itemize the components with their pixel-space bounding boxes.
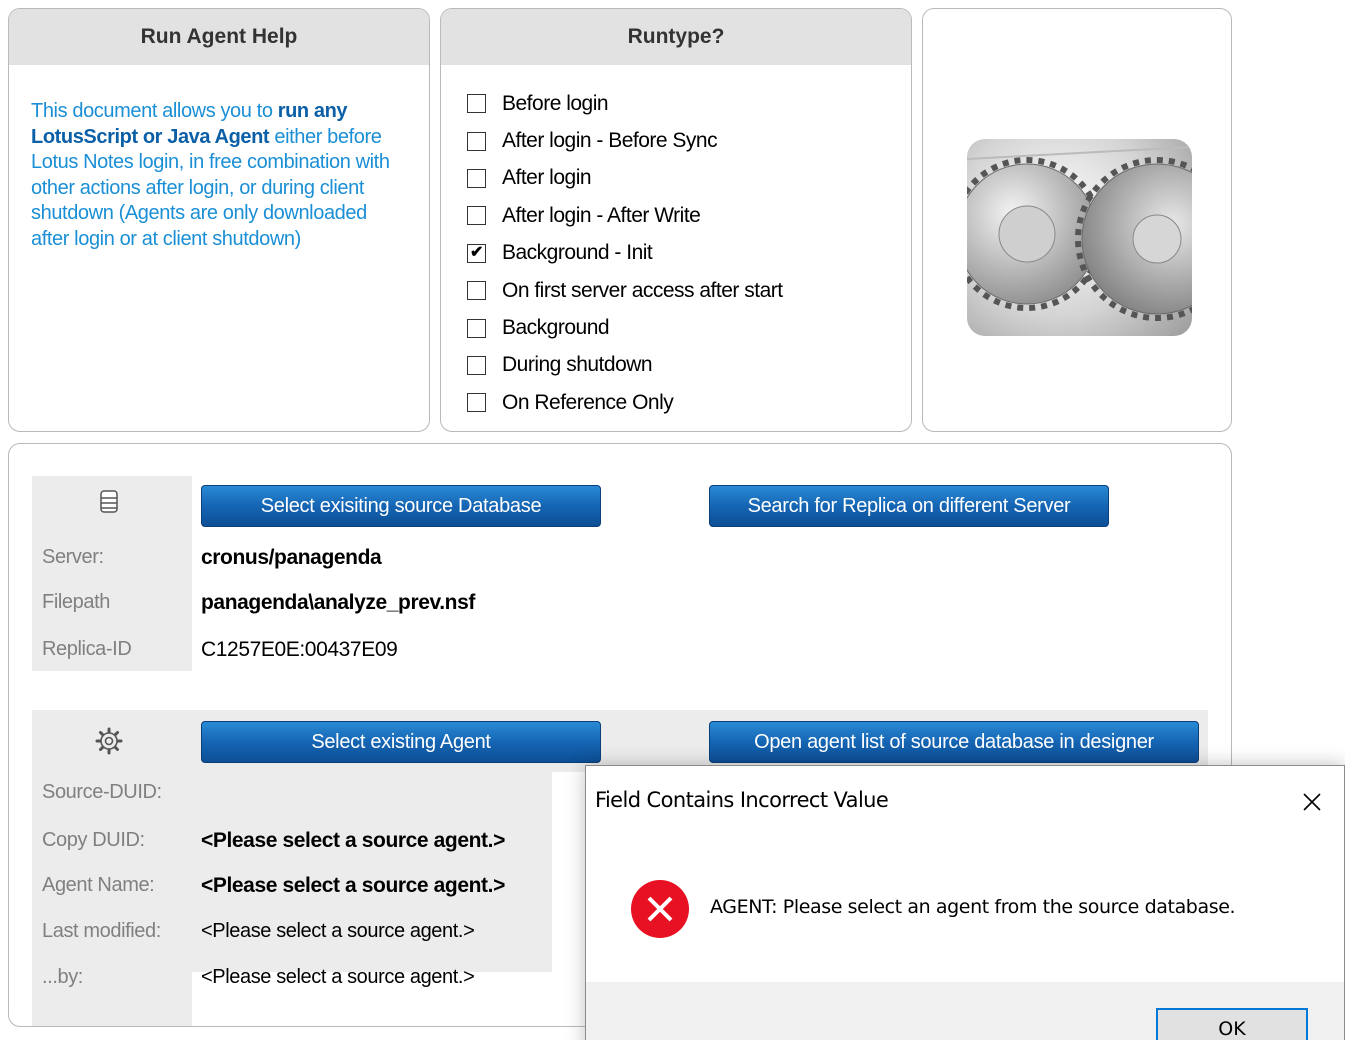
- runtype-option-label: On Reference Only: [502, 390, 674, 414]
- runtype-option-label: During shutdown: [502, 353, 653, 377]
- dialog-title: Field Contains Incorrect Value: [595, 788, 889, 812]
- gears-image: [967, 139, 1192, 336]
- gears-icon: [967, 146, 1192, 321]
- runtype-option-label: After login - After Write: [502, 203, 701, 227]
- checkbox[interactable]: [467, 94, 486, 114]
- copy-duid-label: Copy DUID:: [42, 829, 145, 851]
- runtype-option[interactable]: During shutdown: [467, 347, 911, 384]
- checkbox[interactable]: [467, 168, 486, 188]
- runtype-option[interactable]: Background: [467, 309, 911, 346]
- replica-id-value: C1257E0E:00437E09: [201, 638, 398, 661]
- runtype-option-label: On first server access after start: [502, 278, 783, 302]
- runtype-option[interactable]: On first server access after start: [467, 272, 911, 309]
- help-text: This document allows you to run any Lotu…: [9, 65, 429, 252]
- runtype-option[interactable]: ✔ Background - Init: [467, 235, 911, 272]
- server-label: Server:: [42, 546, 104, 568]
- agent-name-label: Agent Name:: [42, 874, 155, 896]
- help-panel-title: Run Agent Help: [9, 9, 429, 65]
- checkbox[interactable]: [467, 281, 486, 301]
- runtype-checkbox-list: Before login After login - Before Sync A…: [441, 65, 911, 422]
- search-replica-button[interactable]: Search for Replica on different Server: [709, 485, 1109, 527]
- runtype-option-label: Background - Init: [502, 241, 653, 265]
- filepath-value: panagenda\analyze_prev.nsf: [201, 591, 475, 614]
- runtype-option-label: Background: [502, 316, 610, 340]
- checkbox[interactable]: [467, 393, 486, 413]
- copy-duid-value: <Please select a source agent.>: [201, 829, 505, 852]
- replica-id-label: Replica-ID: [42, 638, 132, 660]
- checkbox[interactable]: [467, 131, 486, 151]
- checkbox[interactable]: [467, 318, 486, 338]
- error-icon: [631, 880, 689, 938]
- database-icon: [100, 490, 118, 513]
- runtype-panel-title: Runtype?: [441, 9, 911, 65]
- runtype-panel: Runtype? Before login After login - Befo…: [440, 8, 912, 432]
- image-panel: [922, 8, 1232, 432]
- runtype-option[interactable]: After login - After Write: [467, 197, 911, 234]
- server-value: cronus/panagenda: [201, 546, 382, 569]
- modified-by-value: <Please select a source agent.>: [201, 966, 475, 988]
- open-agent-list-button[interactable]: Open agent list of source database in de…: [709, 721, 1199, 763]
- select-source-database-button[interactable]: Select exisiting source Database: [201, 485, 601, 527]
- ok-button[interactable]: OK: [1156, 1008, 1308, 1040]
- runtype-option[interactable]: Before login: [467, 85, 911, 122]
- modified-by-label: ...by:: [42, 966, 83, 988]
- close-icon[interactable]: [1300, 790, 1324, 814]
- dialog-footer: OK: [586, 982, 1344, 1040]
- help-panel: Run Agent Help This document allows you …: [8, 8, 430, 432]
- checkbox-checked[interactable]: ✔: [467, 243, 486, 263]
- help-text-intro: This document allows you to: [31, 100, 278, 122]
- error-dialog: Field Contains Incorrect Value AGENT: Pl…: [585, 765, 1345, 1040]
- runtype-option-label: After login - Before Sync: [502, 129, 718, 153]
- runtype-option-label: Before login: [502, 91, 609, 115]
- source-duid-label: Source-DUID:: [42, 781, 162, 803]
- select-existing-agent-button[interactable]: Select existing Agent: [201, 721, 601, 763]
- dialog-message: AGENT: Please select an agent from the s…: [710, 896, 1236, 918]
- runtype-option-label: After login: [502, 166, 592, 190]
- checkbox[interactable]: [467, 355, 486, 375]
- runtype-option[interactable]: On Reference Only: [467, 384, 911, 421]
- filepath-label: Filepath: [42, 591, 110, 613]
- runtype-option[interactable]: After login: [467, 160, 911, 197]
- gear-icon: [95, 727, 123, 755]
- runtype-option[interactable]: After login - Before Sync: [467, 122, 911, 159]
- last-modified-label: Last modified:: [42, 920, 161, 942]
- checkbox[interactable]: [467, 206, 486, 226]
- last-modified-value: <Please select a source agent.>: [201, 920, 475, 942]
- agent-name-value: <Please select a source agent.>: [201, 874, 505, 897]
